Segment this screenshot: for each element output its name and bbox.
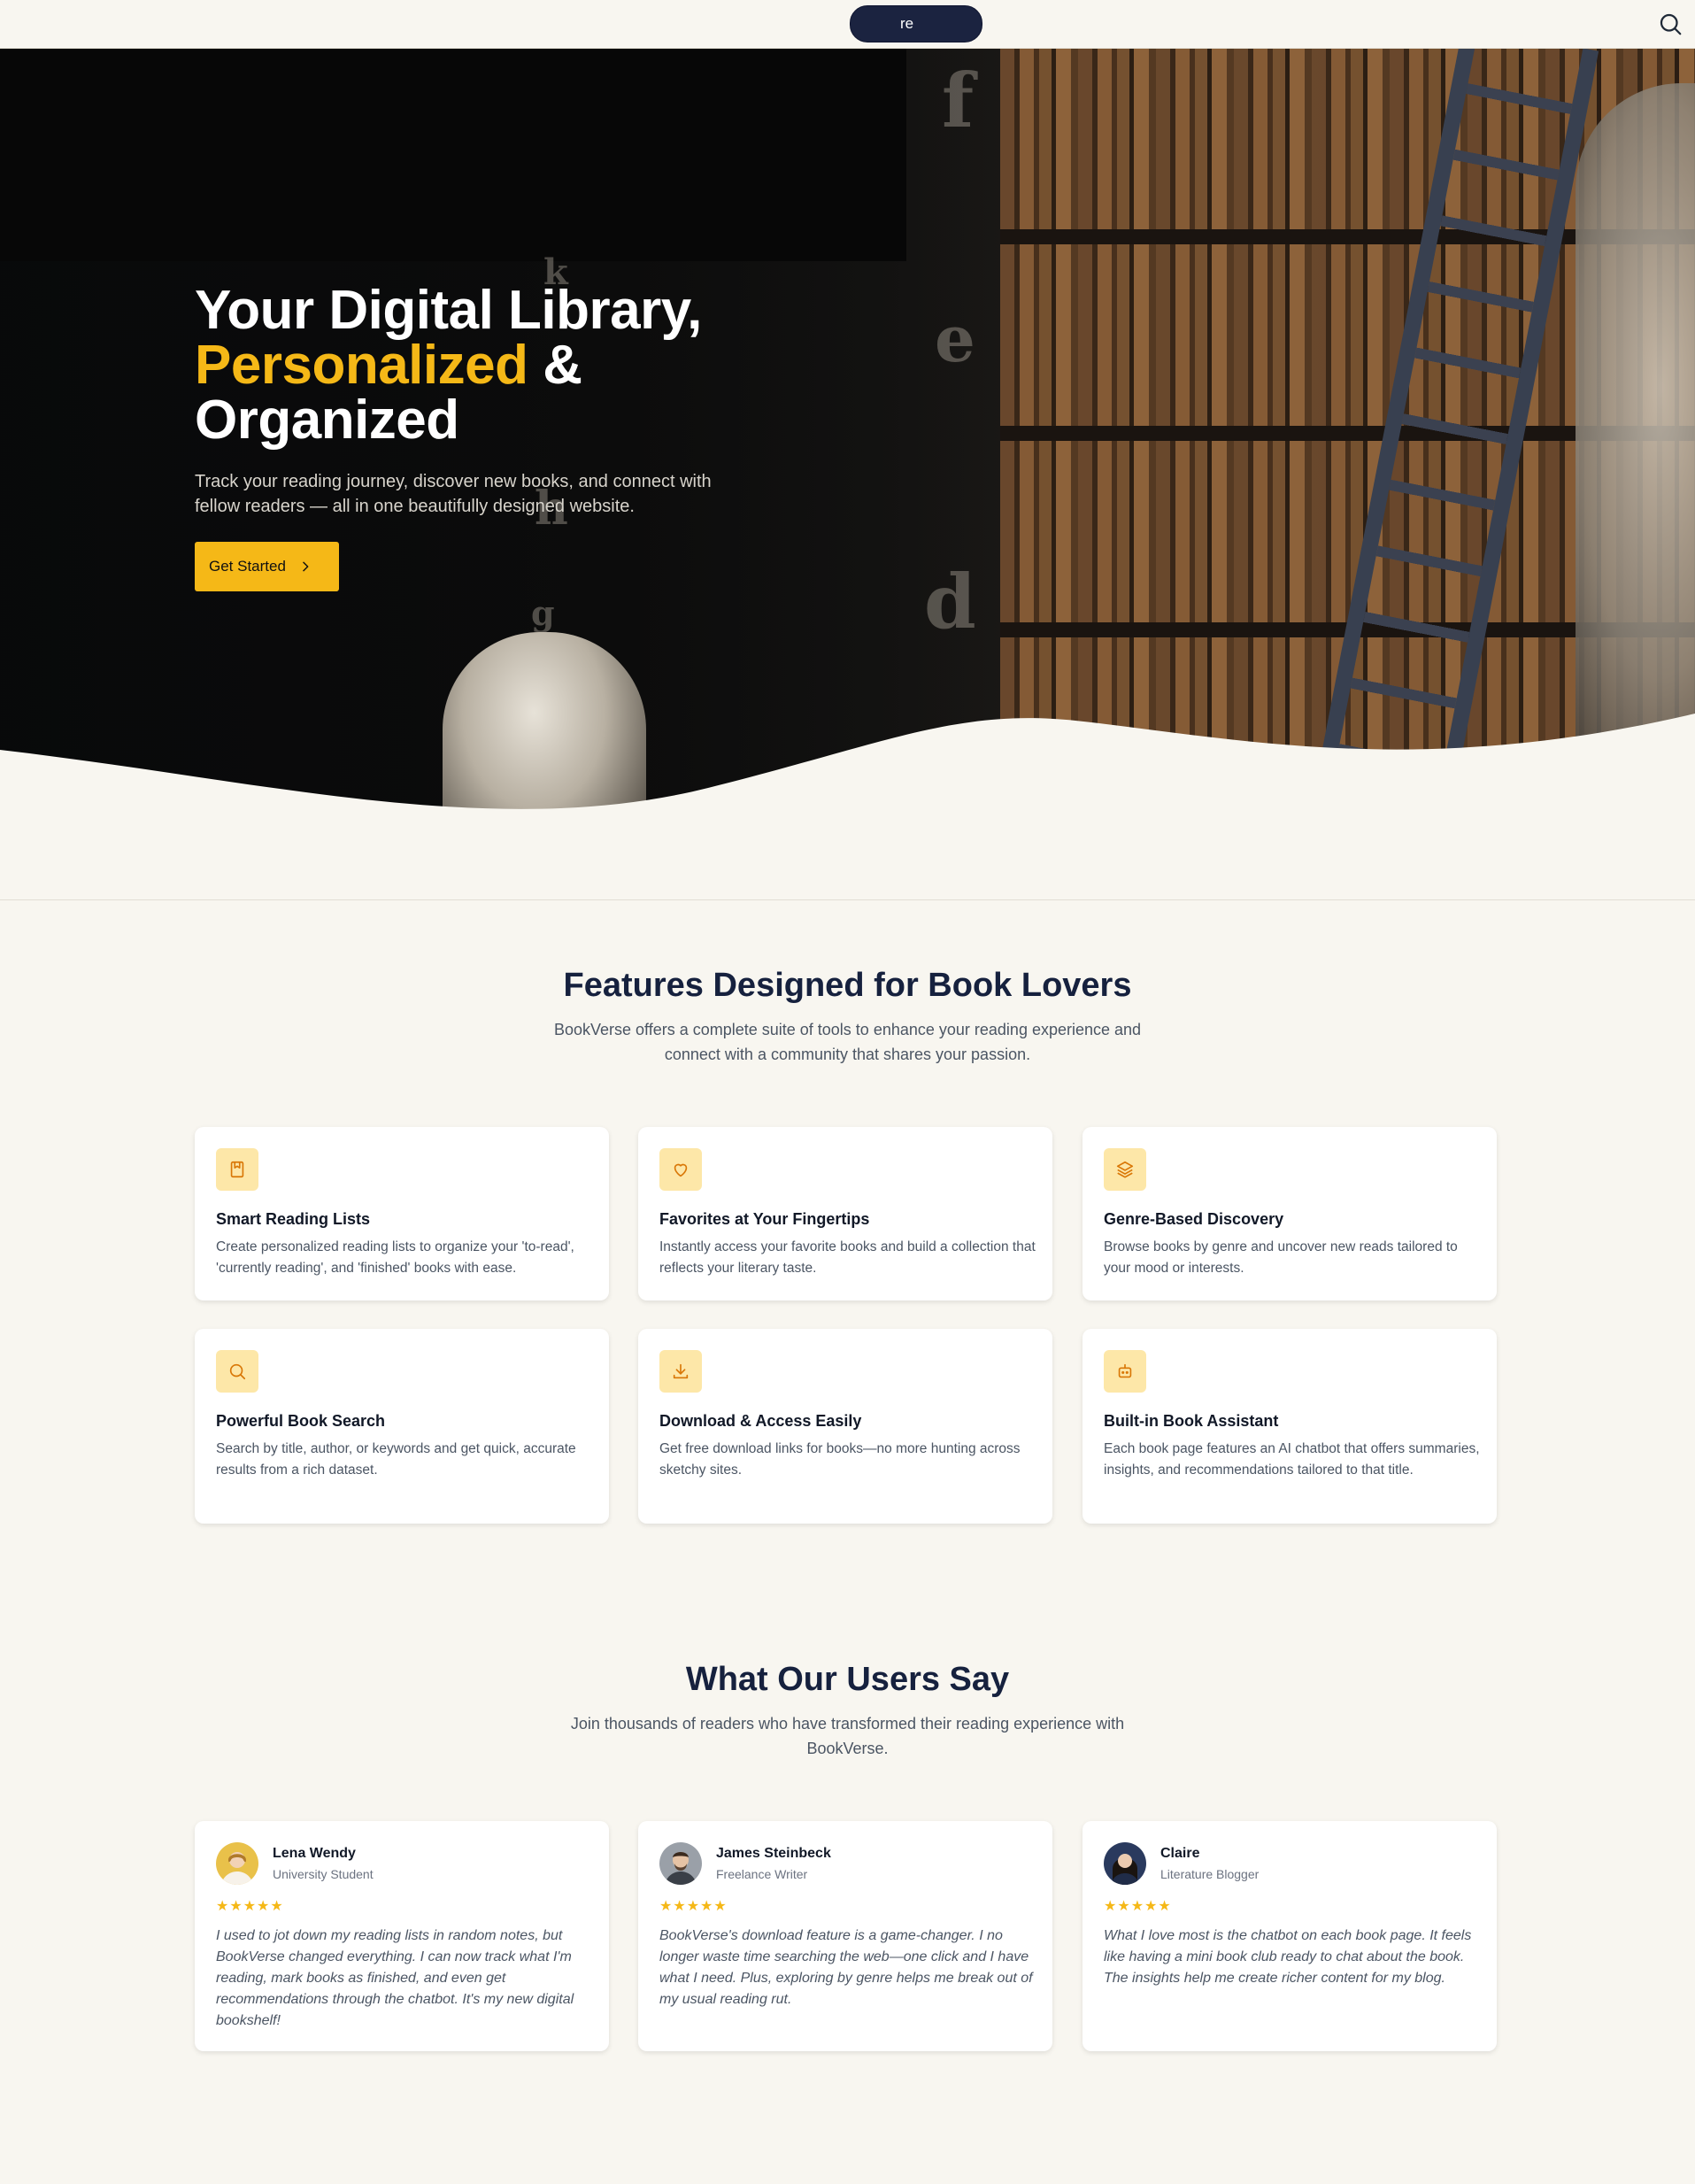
get-started-button[interactable]: Get Started <box>195 542 339 591</box>
feature-desc: Get free download links for books—no mor… <box>659 1441 1021 1478</box>
avatar <box>1104 1842 1146 1885</box>
search-icon[interactable] <box>1657 11 1683 37</box>
nav-pill-button[interactable]: re <box>850 5 982 42</box>
features-title: Features Designed for Book Lovers <box>563 967 1132 1004</box>
hero-content: Your Digital Library, Personalized & Org… <box>195 283 761 591</box>
feature-desc: Search by title, author, or keywords and… <box>216 1441 576 1478</box>
testimonials-header: What Our Users Say Join thousands of rea… <box>0 1661 1695 1761</box>
bot-icon <box>1104 1350 1146 1393</box>
reviewer-role: Freelance Writer <box>716 1867 808 1881</box>
features-header: Features Designed for Book Lovers BookVe… <box>0 967 1695 1067</box>
star-rating: ★★★★★ <box>1104 1899 1172 1914</box>
hero-title-amp: & <box>528 335 582 396</box>
avatar <box>216 1842 258 1885</box>
top-navbar: re <box>0 0 1695 49</box>
feature-card: Built-in Book Assistant Each book page f… <box>1082 1329 1497 1524</box>
feature-card: Download & Access Easily Get free downlo… <box>638 1329 1052 1524</box>
reviewer-role: University Student <box>273 1867 374 1881</box>
section-divider <box>0 899 1695 900</box>
star-rating: ★★★★★ <box>659 1899 728 1914</box>
search-icon <box>216 1350 258 1393</box>
feature-desc: Instantly access your favorite books and… <box>659 1239 1036 1276</box>
reviewer-name: Lena Wendy <box>273 1846 356 1861</box>
testimonial-quote: What I love most is the chatbot on each … <box>1104 1928 1472 1986</box>
testimonial-card: Lena Wendy University Student ★★★★★ I us… <box>195 1821 609 2051</box>
feature-title: Favorites at Your Fingertips <box>659 1210 870 1228</box>
feature-desc: Each book page features an AI chatbot th… <box>1104 1441 1480 1478</box>
feature-card: Powerful Book Search Search by title, au… <box>195 1329 609 1524</box>
hero-title-line3: Organized <box>195 390 459 451</box>
reviewer-name: James Steinbeck <box>716 1846 831 1861</box>
testimonials-subtitle: Join thousands of readers who have trans… <box>570 1715 1125 1757</box>
star-rating: ★★★★★ <box>216 1899 284 1914</box>
hero-title: Your Digital Library, Personalized & Org… <box>195 283 761 448</box>
avatar <box>659 1842 702 1885</box>
heart-icon <box>659 1148 702 1191</box>
chevron-right-icon <box>303 561 309 572</box>
hero-title-accent: Personalized <box>195 335 528 396</box>
feature-card: Genre-Based Discovery Browse books by ge… <box>1082 1127 1497 1300</box>
testimonials-title: What Our Users Say <box>685 1661 1010 1698</box>
reviewer-role: Literature Blogger <box>1160 1867 1260 1881</box>
feature-title: Smart Reading Lists <box>216 1210 371 1228</box>
testimonial-card: Claire Literature Blogger ★★★★★ What I l… <box>1082 1821 1497 2051</box>
download-icon <box>659 1350 702 1393</box>
layers-icon <box>1104 1148 1146 1191</box>
features-subtitle: BookVerse offers a complete suite of too… <box>553 1021 1142 1063</box>
feature-desc: Browse books by genre and uncover new re… <box>1104 1239 1458 1276</box>
hero-subtitle: Track your reading journey, discover new… <box>195 472 712 516</box>
feature-card: Favorites at Your Fingertips Instantly a… <box>638 1127 1052 1300</box>
testimonial-quote: BookVerse's download feature is a game-c… <box>659 1928 1033 2007</box>
feature-title: Download & Access Easily <box>659 1412 862 1430</box>
feature-title: Genre-Based Discovery <box>1104 1210 1284 1228</box>
feature-title: Powerful Book Search <box>216 1412 386 1430</box>
feature-title: Built-in Book Assistant <box>1104 1412 1279 1430</box>
get-started-label: Get Started <box>209 558 286 575</box>
hero-title-line1: Your Digital Library, <box>195 280 702 341</box>
feature-desc: Create personalized reading lists to org… <box>216 1239 574 1276</box>
feature-card: Smart Reading Lists Create personalized … <box>195 1127 609 1300</box>
testimonial-quote: I used to jot down my reading lists in r… <box>216 1928 574 2028</box>
testimonial-card: James Steinbeck Freelance Writer ★★★★★ B… <box>638 1821 1052 2051</box>
bookmark-book-icon <box>216 1148 258 1191</box>
reviewer-name: Claire <box>1160 1846 1200 1861</box>
